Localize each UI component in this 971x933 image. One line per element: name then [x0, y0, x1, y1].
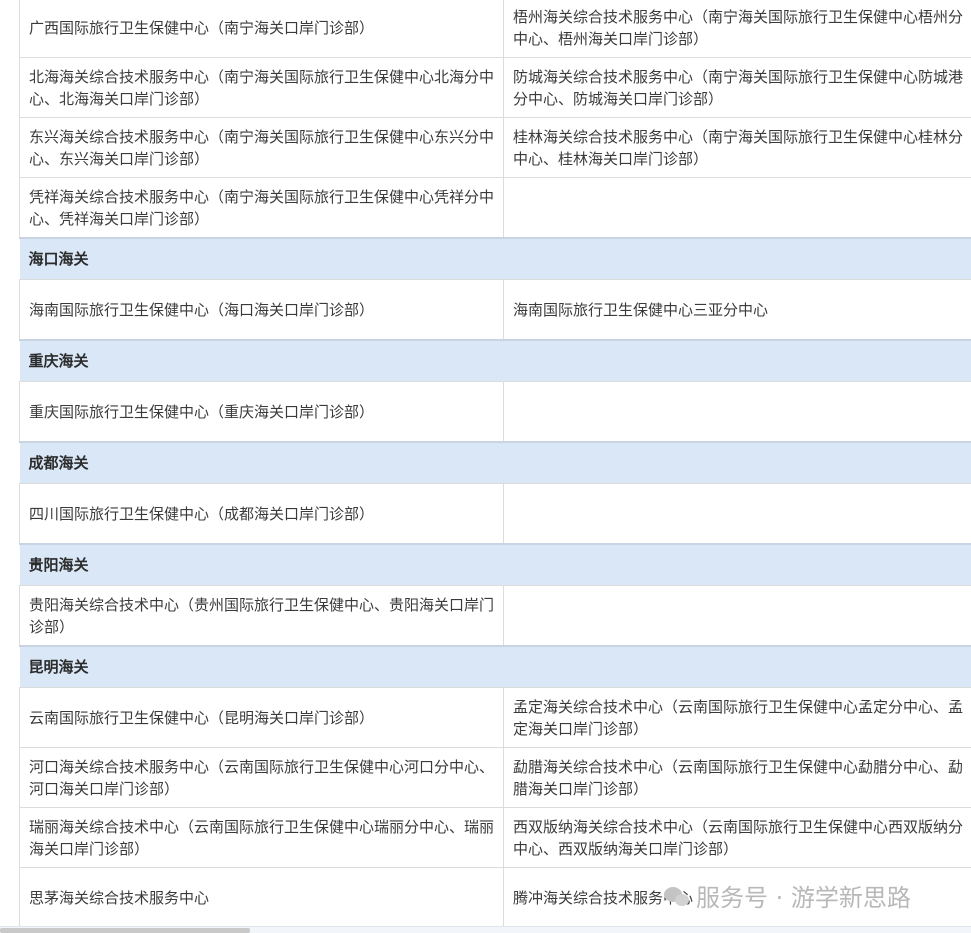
- table-row: 北海海关综合技术服务中心（南宁海关国际旅行卫生保健中心北海分中心、北海海关口岸门…: [19, 57, 971, 118]
- section-header-row: 昆明海关: [19, 645, 971, 688]
- center-name-left: 河口海关综合技术服务中心（云南国际旅行卫生保健中心河口分中心、河口海关口岸门诊部…: [19, 747, 504, 808]
- center-name-right: 勐腊海关综合技术中心（云南国际旅行卫生保健中心勐腊分中心、勐腊海关口岸门诊部）: [503, 747, 971, 808]
- center-name-left: 贵阳海关综合技术中心（贵州国际旅行卫生保健中心、贵阳海关口岸门诊部）: [19, 585, 504, 647]
- center-name-left: 广西国际旅行卫生保健中心（南宁海关口岸门诊部）: [19, 0, 504, 58]
- table-body: 广西国际旅行卫生保健中心（南宁海关口岸门诊部） 梧州海关综合技术服务中心（南宁海关…: [19, 0, 971, 928]
- center-name-left: 四川国际旅行卫生保健中心（成都海关口岸门诊部）: [19, 483, 504, 545]
- horizontal-scrollbar[interactable]: [0, 926, 971, 933]
- center-name-left: 瑞丽海关综合技术中心（云南国际旅行卫生保健中心瑞丽分中心、瑞丽海关口岸门诊部）: [19, 807, 504, 868]
- center-name-right: 腾冲海关综合技术服务中心: [503, 867, 971, 928]
- center-name-right: [503, 381, 971, 443]
- center-name-left: 思茅海关综合技术服务中心: [19, 867, 504, 928]
- table-row: 云南国际旅行卫生保健中心（昆明海关口岸门诊部） 孟定海关综合技术中心（云南国际旅行…: [19, 687, 971, 748]
- section-header-row: 贵阳海关: [19, 543, 971, 586]
- center-name-right: 孟定海关综合技术中心（云南国际旅行卫生保健中心孟定分中心、孟定海关口岸门诊部）: [503, 687, 971, 748]
- center-name-left: 北海海关综合技术服务中心（南宁海关国际旅行卫生保健中心北海分中心、北海海关口岸门…: [19, 57, 504, 118]
- section-title: 成都海关: [19, 441, 971, 484]
- section-title: 贵阳海关: [19, 543, 971, 586]
- section-title: 海口海关: [19, 237, 971, 280]
- table-row: 四川国际旅行卫生保健中心（成都海关口岸门诊部）: [19, 483, 971, 545]
- section-title: 昆明海关: [19, 645, 971, 688]
- section-header-row: 成都海关: [19, 441, 971, 484]
- center-name-right: [503, 585, 971, 647]
- center-name-right: 海南国际旅行卫生保健中心三亚分中心: [503, 279, 971, 341]
- center-name-left: 东兴海关综合技术服务中心（南宁海关国际旅行卫生保健中心东兴分中心、东兴海关口岸门…: [19, 117, 504, 178]
- table-row: 重庆国际旅行卫生保健中心（重庆海关口岸门诊部）: [19, 381, 971, 443]
- center-name-right: 梧州海关综合技术服务中心（南宁海关国际旅行卫生保健中心梧州分中心、梧州海关口岸门…: [503, 0, 971, 58]
- center-name-right: 桂林海关综合技术服务中心（南宁海关国际旅行卫生保健中心桂林分中心、桂林海关口岸门…: [503, 117, 971, 178]
- table-row: 东兴海关综合技术服务中心（南宁海关国际旅行卫生保健中心东兴分中心、东兴海关口岸门…: [19, 117, 971, 178]
- table-row: 凭祥海关综合技术服务中心（南宁海关国际旅行卫生保健中心凭祥分中心、凭祥海关口岸门…: [19, 177, 971, 239]
- page: 广西国际旅行卫生保健中心（南宁海关口岸门诊部） 梧州海关综合技术服务中心（南宁海关…: [0, 0, 971, 933]
- center-name-left: 云南国际旅行卫生保健中心（昆明海关口岸门诊部）: [19, 687, 504, 748]
- section-header-row: 重庆海关: [19, 339, 971, 382]
- center-name-left: 重庆国际旅行卫生保健中心（重庆海关口岸门诊部）: [19, 381, 504, 443]
- center-name-left: 凭祥海关综合技术服务中心（南宁海关国际旅行卫生保健中心凭祥分中心、凭祥海关口岸门…: [19, 177, 504, 239]
- table-row: 河口海关综合技术服务中心（云南国际旅行卫生保健中心河口分中心、河口海关口岸门诊部…: [19, 747, 971, 808]
- center-name-right: [503, 177, 971, 239]
- center-name-right: [503, 483, 971, 545]
- scrollbar-thumb[interactable]: [0, 928, 250, 933]
- center-name-left: 海南国际旅行卫生保健中心（海口海关口岸门诊部）: [19, 279, 504, 341]
- center-name-right: 西双版纳海关综合技术中心（云南国际旅行卫生保健中心西双版纳分中心、西双版纳海关口…: [503, 807, 971, 868]
- table-row: 广西国际旅行卫生保健中心（南宁海关口岸门诊部） 梧州海关综合技术服务中心（南宁海关…: [19, 0, 971, 58]
- table-row: 贵阳海关综合技术中心（贵州国际旅行卫生保健中心、贵阳海关口岸门诊部）: [19, 585, 971, 647]
- section-title: 重庆海关: [19, 339, 971, 382]
- center-name-right: 防城海关综合技术服务中心（南宁海关国际旅行卫生保健中心防城港分中心、防城海关口岸…: [503, 57, 971, 118]
- table-row: 瑞丽海关综合技术中心（云南国际旅行卫生保健中心瑞丽分中心、瑞丽海关口岸门诊部）西…: [19, 807, 971, 868]
- health-center-table: 广西国际旅行卫生保健中心（南宁海关口岸门诊部） 梧州海关综合技术服务中心（南宁海关…: [19, 0, 971, 928]
- table-row: 思茅海关综合技术服务中心 腾冲海关综合技术服务中心: [19, 867, 971, 928]
- table-row: 海南国际旅行卫生保健中心（海口海关口岸门诊部） 海南国际旅行卫生保健中心三亚分中心: [19, 279, 971, 341]
- section-header-row: 海口海关: [19, 237, 971, 280]
